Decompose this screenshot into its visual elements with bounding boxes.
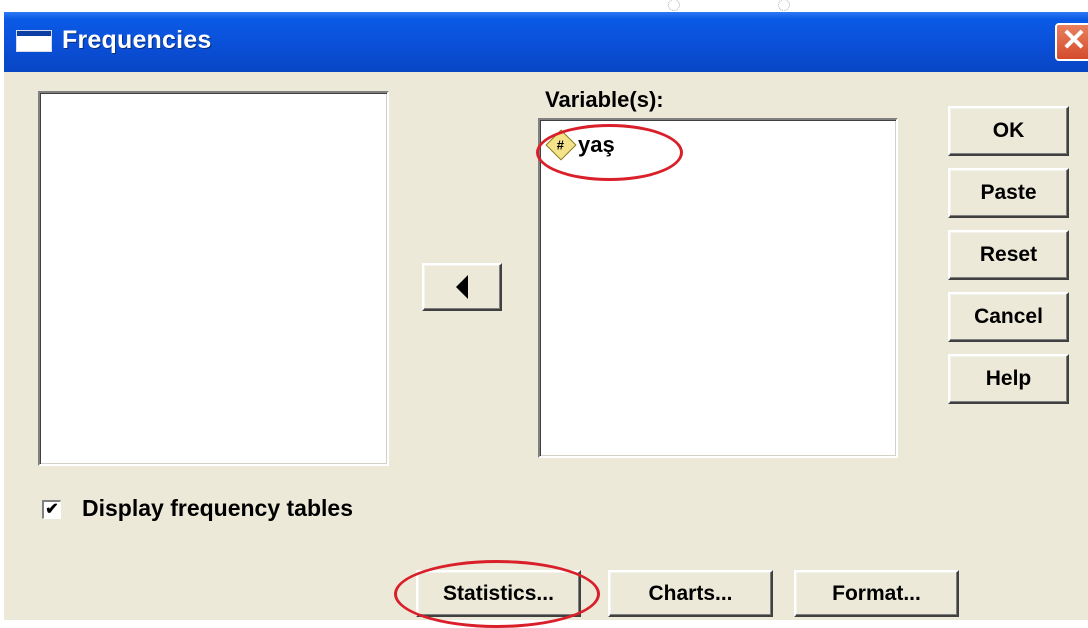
help-button[interactable]: Help (948, 354, 1069, 404)
scribble-mark (778, 0, 790, 11)
list-item[interactable]: # yaş (545, 129, 615, 161)
numeric-variable-icon: # (545, 129, 577, 161)
paste-button[interactable]: Paste (948, 168, 1069, 218)
close-button[interactable]: ✕ (1055, 23, 1088, 61)
source-variable-list[interactable] (38, 91, 389, 466)
numeric-variable-glyph: # (557, 137, 565, 153)
window-icon (16, 30, 52, 52)
statistics-button[interactable]: Statistics... (416, 570, 581, 617)
selected-variable-list[interactable]: # yaş (538, 118, 898, 458)
title-bar: Frequencies (4, 12, 1088, 72)
display-frequency-tables-checkbox[interactable]: ✔ (42, 500, 61, 519)
ok-button[interactable]: OK (948, 106, 1069, 156)
cancel-button[interactable]: Cancel (948, 292, 1069, 342)
reset-button[interactable]: Reset (948, 230, 1069, 280)
format-button[interactable]: Format... (794, 570, 959, 617)
variable-name: yaş (578, 132, 615, 157)
scribble-mark (668, 0, 680, 11)
display-frequency-tables-label[interactable]: Display frequency tables (82, 495, 353, 522)
frequencies-dialog: Frequencies ✕ Variable(s): # yaş OK Past… (4, 12, 1088, 628)
move-variable-button[interactable] (422, 263, 502, 311)
charts-button[interactable]: Charts... (608, 570, 773, 617)
variables-label: Variable(s): (545, 87, 664, 112)
window-title: Frequencies (62, 26, 212, 54)
left-arrow-icon (456, 275, 468, 299)
